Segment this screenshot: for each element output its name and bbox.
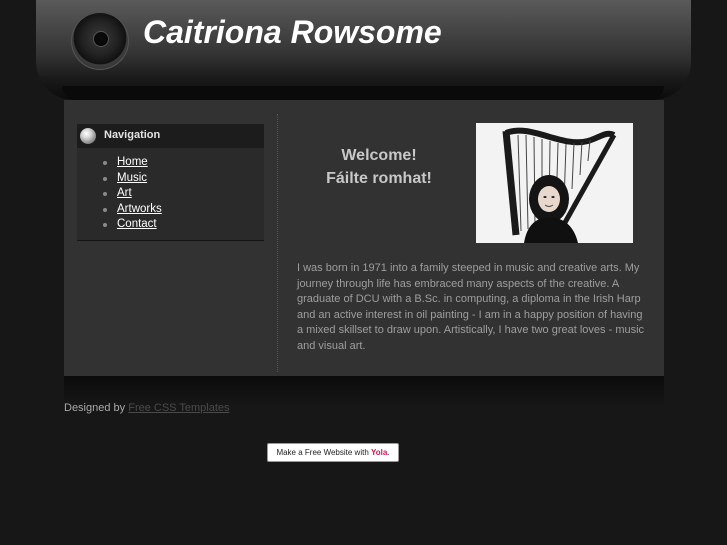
nav-link-artworks[interactable]: Artworks xyxy=(117,203,162,215)
yola-badge-button[interactable]: Make a Free Website with Yola. xyxy=(267,443,399,462)
nav-item-contact: Contact xyxy=(103,217,162,233)
nav-item-home: Home xyxy=(103,155,162,171)
harp-portrait-image xyxy=(476,123,633,243)
nav-item-artworks: Artworks xyxy=(103,202,162,218)
header-shadow xyxy=(62,86,664,100)
bio-paragraph: I was born in 1971 into a family steeped… xyxy=(297,262,645,352)
bullet-orb-icon xyxy=(80,128,96,144)
nav-link-home[interactable]: Home xyxy=(117,156,148,168)
badge-brand: Yola xyxy=(371,448,388,457)
speaker-center-icon xyxy=(93,31,109,47)
credit-link[interactable]: Free CSS Templates xyxy=(128,402,229,414)
harp-portrait-drawing xyxy=(476,123,633,243)
badge-suffix: . xyxy=(387,448,390,457)
column-divider xyxy=(277,114,278,372)
welcome-heading-irish: Fáilte romhat! xyxy=(326,170,432,187)
nav-item-art: Art xyxy=(103,186,162,202)
navigation-list: Home Music Art Artworks Contact xyxy=(103,155,162,233)
badge-text: Make a Free Website with xyxy=(276,448,371,457)
nav-link-contact[interactable]: Contact xyxy=(117,218,157,230)
footer-credit: Designed by Free CSS Templates xyxy=(64,402,230,414)
navigation-title: Navigation xyxy=(104,129,161,141)
nav-item-music: Music xyxy=(103,171,162,187)
credit-prefix: Designed by xyxy=(64,402,129,414)
site-title: Caitriona Rowsome xyxy=(143,14,442,50)
nav-link-music[interactable]: Music xyxy=(117,172,147,184)
welcome-heading: Welcome! xyxy=(341,147,417,164)
nav-link-art[interactable]: Art xyxy=(117,187,132,199)
